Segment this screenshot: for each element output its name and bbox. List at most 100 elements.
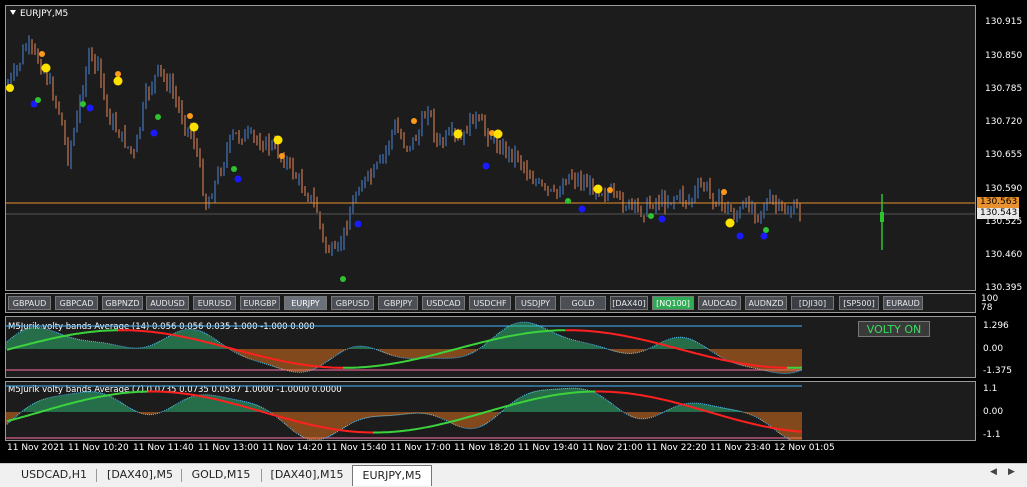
time-label: 12 Nov 01:05 xyxy=(774,443,835,453)
tab-dax40-m15[interactable]: [DAX40],M15 xyxy=(265,466,349,484)
tab-eurjpy-m5[interactable]: EURJPY,M5 xyxy=(352,465,432,486)
indicator-1-label: 0.00 xyxy=(983,344,1004,354)
signal-dot xyxy=(115,71,121,77)
symbol-button-audnzd[interactable]: AUDNZD xyxy=(745,296,787,310)
symbol-button-gbpusd[interactable]: GBPUSD xyxy=(331,296,374,310)
signal-dot xyxy=(725,218,735,228)
signal-dot xyxy=(113,76,123,86)
button-row-axis-label: 78 xyxy=(981,303,993,313)
chart-window: EURJPY,M5 130.915 130.850 130.785 130.72… xyxy=(0,0,1027,463)
indicator-1-label: 1.296 xyxy=(983,321,1009,331)
indicator-2-label: -1.1 xyxy=(983,430,1001,440)
symbol-button-usdjpy[interactable]: USDJPY xyxy=(515,296,556,310)
time-label: 11 Nov 21:00 xyxy=(582,443,643,453)
time-label: 11 Nov 19:40 xyxy=(518,443,579,453)
price-label: 130.655 xyxy=(985,150,1023,160)
price-label: 130.785 xyxy=(985,84,1023,94)
symbol-button-eurjpy[interactable]: EURJPY xyxy=(284,296,327,310)
time-label: 11 Nov 18:20 xyxy=(454,443,515,453)
indicator-2-label: 1.1 xyxy=(983,384,998,394)
signal-dot xyxy=(721,189,727,195)
signal-dot xyxy=(736,232,744,240)
price-label: 130.590 xyxy=(985,184,1023,194)
signal-dot xyxy=(279,153,285,159)
tab-separator xyxy=(261,469,262,482)
symbol-button-dax40[interactable]: [DAX40] xyxy=(610,296,648,310)
current-price-tag-orange: 130.563 xyxy=(977,197,1019,208)
signal-dot xyxy=(273,135,283,145)
symbol-button-dji30[interactable]: [DJI30] xyxy=(791,296,834,310)
volty-band-marker xyxy=(880,212,884,222)
signal-dot xyxy=(658,215,666,223)
signal-dot xyxy=(593,184,603,194)
signal-line xyxy=(373,390,595,434)
symbol-button-audcad[interactable]: AUDCAD xyxy=(698,296,741,310)
price-label: 130.395 xyxy=(985,283,1023,293)
chart-tab-bar: USDCAD,H1 [DAX40],M5 GOLD,M15 [DAX40],M1… xyxy=(0,463,1027,487)
signal-dot xyxy=(35,97,41,103)
signal-dot xyxy=(578,205,586,213)
signal-dot xyxy=(39,51,45,57)
signal-dot xyxy=(41,63,51,73)
scroll-right-icon[interactable]: ▶ xyxy=(1008,467,1015,477)
signal-dot xyxy=(340,276,346,282)
tab-usdcad-h1[interactable]: USDCAD,H1 xyxy=(12,466,96,484)
symbol-button-usdchf[interactable]: USDCHF xyxy=(469,296,511,310)
histogram-outline xyxy=(6,387,792,440)
signal-dot xyxy=(234,175,242,183)
time-label: 11 Nov 14:20 xyxy=(262,443,323,453)
symbol-button-gold[interactable]: GOLD xyxy=(560,296,606,310)
time-label: 11 Nov 11:40 xyxy=(133,443,194,453)
symbol-button-gbpnzd[interactable]: GBPNZD xyxy=(102,296,143,310)
signal-dot xyxy=(565,198,571,204)
signal-dot xyxy=(411,118,417,124)
indicator-1-label: -1.375 xyxy=(983,366,1013,376)
signal-line xyxy=(565,329,788,369)
time-label: 11 Nov 23:40 xyxy=(710,443,771,453)
time-label: 11 Nov 2021 xyxy=(7,443,65,453)
signal-dot xyxy=(354,220,362,228)
signal-dot xyxy=(493,129,503,139)
time-label: 11 Nov 10:20 xyxy=(68,443,129,453)
symbol-button-audusd[interactable]: AUDUSD xyxy=(146,296,189,310)
signal-line xyxy=(343,329,565,369)
signal-dot xyxy=(155,114,161,120)
time-label: 11 Nov 17:00 xyxy=(390,443,451,453)
signal-dot xyxy=(763,227,769,233)
indicator-1-plot xyxy=(6,321,803,375)
signal-dot xyxy=(607,187,613,193)
symbol-button-gbpaud[interactable]: GBPAUD xyxy=(8,296,51,310)
signal-dot xyxy=(231,166,237,172)
volty-on-button[interactable]: VOLTY ON xyxy=(858,321,930,337)
time-label: 11 Nov 13:00 xyxy=(198,443,259,453)
symbol-button-usdcad[interactable]: USDCAD xyxy=(422,296,465,310)
indicator-2-label: 0.00 xyxy=(983,407,1004,417)
signal-dot xyxy=(150,129,158,137)
price-label: 130.850 xyxy=(985,51,1023,61)
signal-dot xyxy=(453,129,463,139)
indicator-2-plot xyxy=(6,385,803,440)
symbol-button-gbpcad[interactable]: GBPCAD xyxy=(55,296,98,310)
symbol-button-nq100[interactable]: [NQ100] xyxy=(652,296,694,310)
scroll-left-icon[interactable]: ◀ xyxy=(990,467,997,477)
symbol-button-eurusd[interactable]: EURUSD xyxy=(193,296,236,310)
signal-dot xyxy=(648,213,654,219)
tab-separator xyxy=(181,469,182,482)
symbol-button-sp500[interactable]: [SP500] xyxy=(839,296,879,310)
tab-separator xyxy=(96,469,97,482)
symbol-button-eurgbp[interactable]: EURGBP xyxy=(240,296,280,310)
signal-dot xyxy=(6,84,14,92)
symbol-button-euraud[interactable]: EURAUD xyxy=(883,296,923,310)
price-label: 130.915 xyxy=(985,17,1023,27)
signal-dot xyxy=(482,162,490,170)
current-price-tag-white: 130.543 xyxy=(977,208,1019,219)
signal-dot xyxy=(86,104,94,112)
tab-gold-m15[interactable]: GOLD,M15 xyxy=(185,466,257,484)
signal-dot xyxy=(189,122,199,132)
price-label: 130.720 xyxy=(985,117,1023,127)
time-label: 11 Nov 22:20 xyxy=(646,443,707,453)
time-label: 11 Nov 15:40 xyxy=(326,443,387,453)
signal-dot xyxy=(760,232,768,240)
symbol-button-gbpjpy[interactable]: GBPJPY xyxy=(378,296,418,310)
tab-dax40-m5[interactable]: [DAX40],M5 xyxy=(100,466,180,484)
